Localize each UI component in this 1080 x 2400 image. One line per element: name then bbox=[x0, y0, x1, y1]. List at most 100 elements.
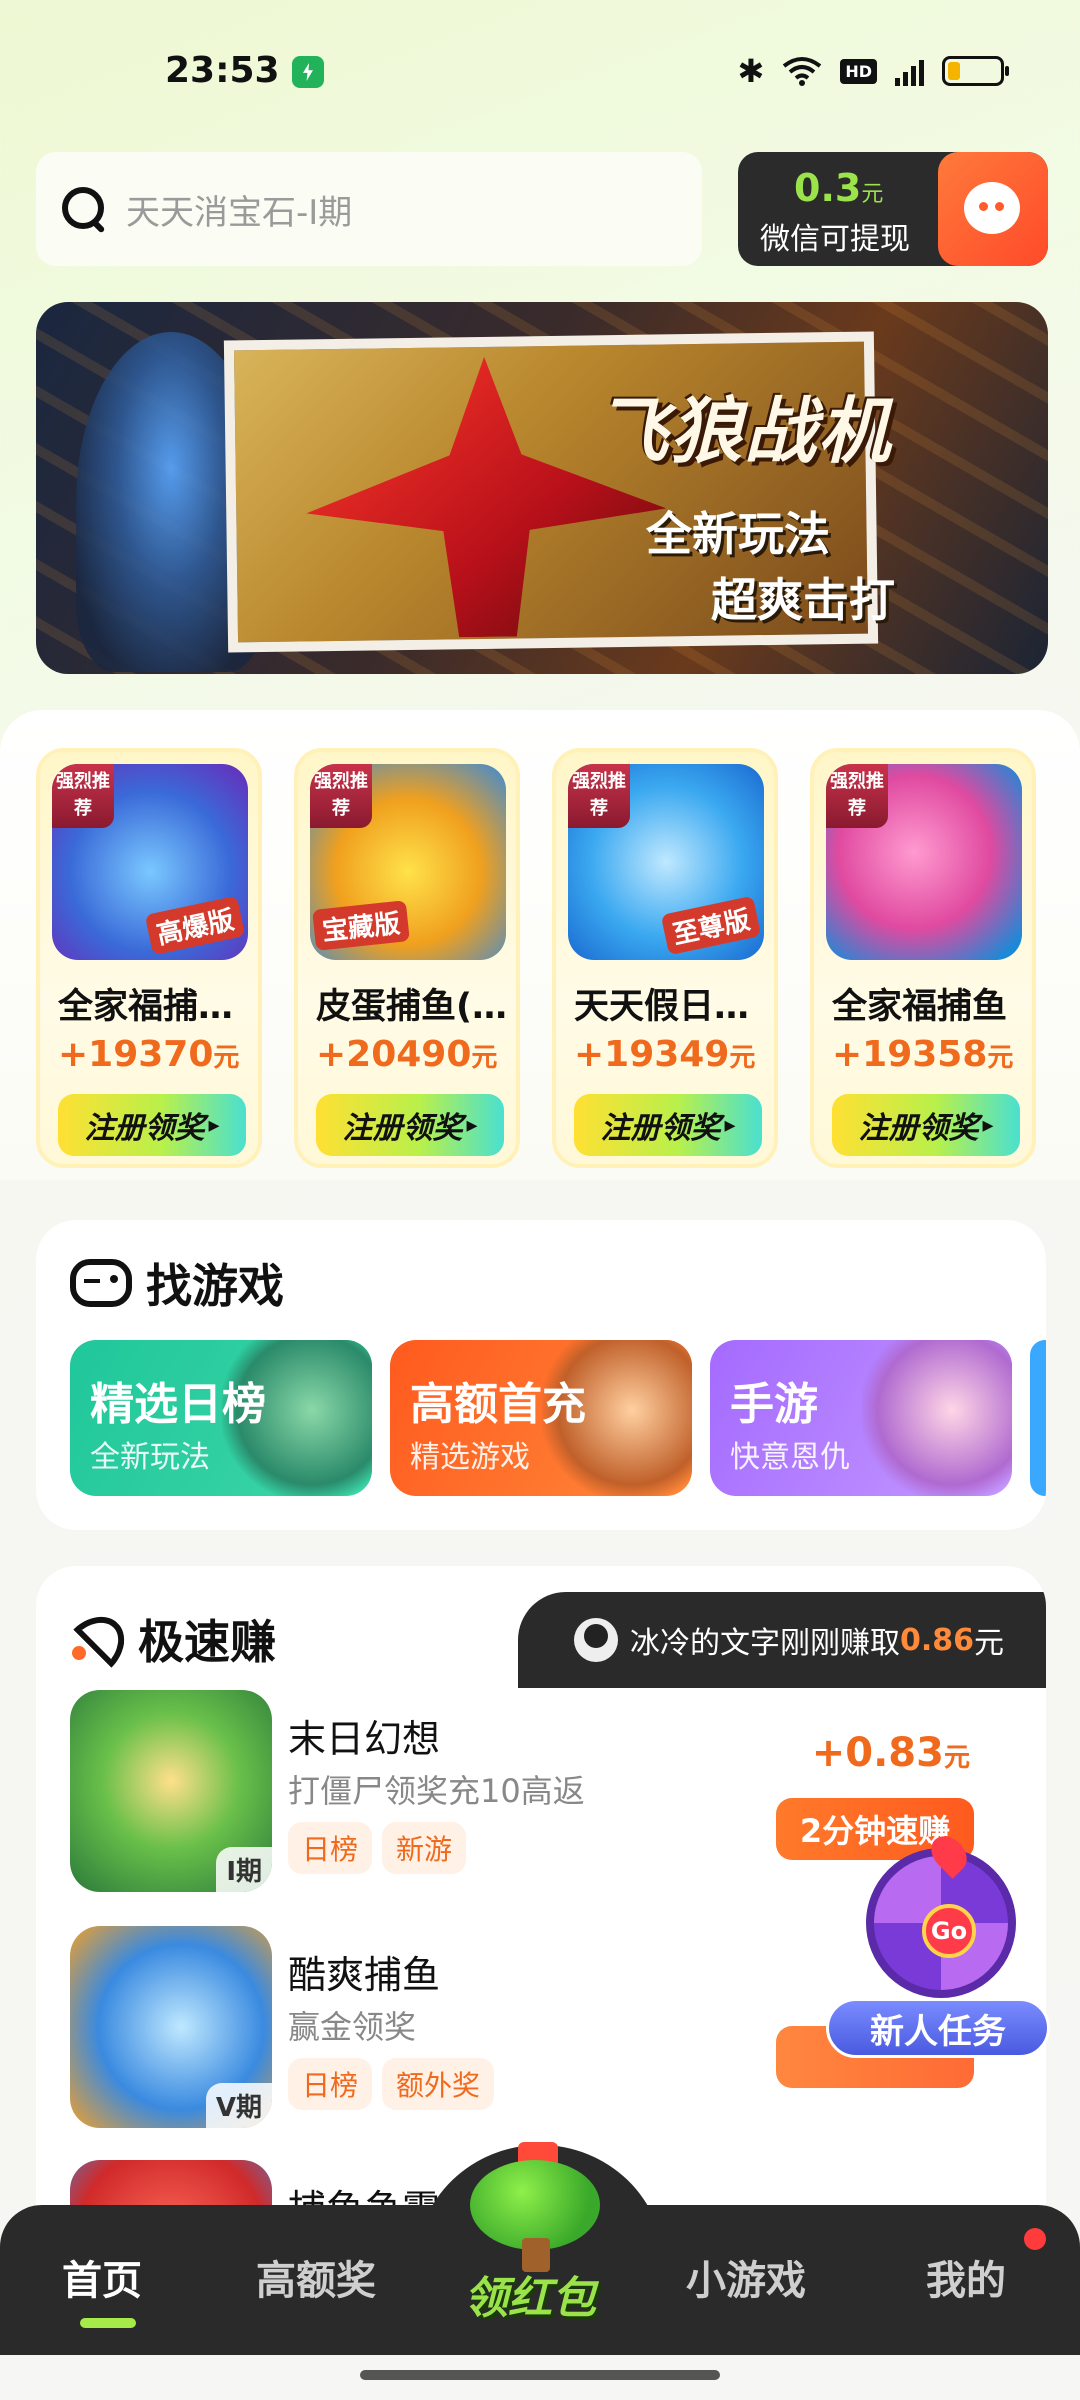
ticker-amount: 0.86 bbox=[900, 1622, 975, 1658]
category-art bbox=[862, 1340, 1012, 1496]
version-badge: 高爆版 bbox=[144, 895, 246, 956]
battery-icon bbox=[942, 56, 1009, 86]
game-desc: 打僵尸领奖充10高返 bbox=[288, 1772, 585, 1810]
game-bonus: +19349元 bbox=[574, 1034, 756, 1075]
version-badge: 宝藏版 bbox=[312, 900, 410, 951]
category-more[interactable] bbox=[1030, 1340, 1046, 1496]
game-bonus: +19370元 bbox=[58, 1034, 240, 1075]
game-bonus: +19358元 bbox=[832, 1034, 1014, 1075]
tag-list: 日榜 额外奖 bbox=[288, 2058, 495, 2110]
game-thumbnail: 强烈推荐 bbox=[826, 764, 1022, 960]
withdraw-amount: 0.3元 bbox=[794, 166, 884, 210]
recommend-badge: 强烈推荐 bbox=[568, 764, 630, 828]
money-tree-icon[interactable] bbox=[458, 2142, 618, 2272]
register-reward-button[interactable]: 注册领奖 bbox=[316, 1094, 504, 1156]
register-reward-button[interactable]: 注册领奖 bbox=[832, 1094, 1020, 1156]
tag-chip: 额外奖 bbox=[382, 2058, 495, 2110]
game-thumbnail: I期 bbox=[70, 1690, 272, 1892]
category-title: 高额首充 bbox=[410, 1379, 586, 1430]
game-name: 酷爽捕鱼 bbox=[288, 1953, 441, 1997]
fast-earn-header: 极速赚 bbox=[70, 1606, 288, 1672]
featured-game-card[interactable]: 强烈推荐 全家福捕鱼 +19358元 注册领奖 bbox=[810, 748, 1036, 1168]
rocket-icon bbox=[70, 1612, 124, 1666]
new-user-task-label: 新人任务 bbox=[826, 1998, 1050, 2058]
game-name: 天天假日… bbox=[574, 987, 750, 1027]
banner-line1: 全新玩法 bbox=[646, 507, 830, 561]
category-mobile-games[interactable]: 手游 快意恩仇 bbox=[710, 1340, 1012, 1496]
nav-red-packet[interactable]: 领红包 bbox=[464, 2262, 596, 2326]
promo-banner[interactable]: 飞狼战机 全新玩法 超爽击打 bbox=[36, 302, 1048, 674]
tag-chip: 新游 bbox=[382, 1822, 467, 1874]
search-icon bbox=[60, 185, 108, 233]
prize-wheel-icon: Go bbox=[866, 1829, 1016, 1998]
thumb-tag: I期 bbox=[216, 1847, 272, 1892]
find-games-header: 找游戏 bbox=[70, 1250, 296, 1316]
new-user-task-widget[interactable]: Go 新人任务 bbox=[822, 1829, 1050, 2068]
featured-game-card[interactable]: 强烈推荐 高爆版 全家福捕… +19370元 注册领奖 bbox=[36, 748, 262, 1168]
nav-active-indicator bbox=[80, 2318, 136, 2328]
avatar bbox=[574, 1618, 618, 1662]
withdraw-label: 微信可提现 bbox=[760, 222, 910, 257]
tag-chip: 日榜 bbox=[288, 1822, 373, 1874]
game-bonus: +0.83元 bbox=[811, 1730, 970, 1776]
game-name: 末日幻想 bbox=[288, 1717, 441, 1761]
withdraw-button[interactable]: 0.3元 微信可提现 bbox=[738, 152, 1048, 266]
find-games-title: 找游戏 bbox=[146, 1250, 296, 1316]
tag-list: 日榜 新游 bbox=[288, 1822, 467, 1874]
home-indicator[interactable] bbox=[360, 2370, 720, 2380]
category-title: 手游 bbox=[730, 1379, 818, 1430]
game-name: 全家福捕… bbox=[58, 987, 234, 1027]
recommend-badge: 强烈推荐 bbox=[826, 764, 888, 828]
recommend-badge: 强烈推荐 bbox=[310, 764, 372, 828]
nav-high-reward[interactable]: 高额奖 bbox=[256, 2248, 376, 2306]
category-subtitle: 快意恩仇 bbox=[730, 1440, 850, 1475]
wechat-icon bbox=[964, 182, 1020, 234]
featured-game-card[interactable]: 强烈推荐 至尊版 天天假日… +19349元 注册领奖 bbox=[552, 748, 778, 1168]
signal-icon bbox=[895, 56, 924, 86]
search-bar[interactable]: 天天消宝石-I期 bbox=[36, 152, 702, 266]
recommend-badge: 强烈推荐 bbox=[52, 764, 114, 828]
status-icons: ✱ HD bbox=[737, 52, 1009, 90]
version-badge: 至尊版 bbox=[660, 895, 762, 956]
tag-chip: 日榜 bbox=[288, 2058, 373, 2110]
banner-line2: 超爽击打 bbox=[711, 573, 895, 627]
find-games-section: 找游戏 精选日榜 全新玩法 高额首充 精选游戏 手游 快意恩仇 bbox=[36, 1220, 1046, 1530]
nav-mine[interactable]: 我的 bbox=[926, 2248, 1006, 2306]
hd-icon: HD bbox=[840, 58, 877, 84]
nav-home[interactable]: 首页 bbox=[62, 2248, 142, 2306]
featured-game-card[interactable]: 强烈推荐 宝藏版 皮蛋捕鱼(… +20490元 注册领奖 bbox=[294, 748, 520, 1168]
status-bar: 23:53 ✱ HD bbox=[0, 0, 1080, 140]
category-subtitle: 精选游戏 bbox=[410, 1440, 530, 1475]
gamepad-icon bbox=[70, 1259, 132, 1307]
notification-dot bbox=[1024, 2228, 1046, 2250]
search-input[interactable]: 天天消宝石-I期 bbox=[126, 185, 352, 234]
fast-earn-title: 极速赚 bbox=[138, 1606, 288, 1672]
wheel-go-label: Go bbox=[922, 1904, 976, 1958]
register-reward-button[interactable]: 注册领奖 bbox=[58, 1094, 246, 1156]
game-thumbnail: 强烈推荐 宝藏版 bbox=[310, 764, 506, 960]
game-thumbnail: V期 bbox=[70, 1926, 272, 2128]
game-name: 全家福捕鱼 bbox=[832, 987, 1008, 1027]
wechat-badge bbox=[938, 152, 1048, 266]
wifi-icon bbox=[782, 56, 822, 86]
thumb-tag: V期 bbox=[205, 2083, 272, 2128]
game-thumbnail: 强烈推荐 高爆版 bbox=[52, 764, 248, 960]
status-time: 23:53 bbox=[165, 50, 280, 91]
ticker-unit: 元 bbox=[974, 1626, 1005, 1661]
bluetooth-icon: ✱ bbox=[737, 52, 765, 90]
game-bonus: +20490元 bbox=[316, 1034, 498, 1075]
game-thumbnail: 强烈推荐 至尊版 bbox=[568, 764, 764, 960]
category-daily-ranking[interactable]: 精选日榜 全新玩法 bbox=[70, 1340, 372, 1496]
banner-title: 飞狼战机 bbox=[596, 389, 893, 473]
earnings-ticker: 冰冷的文字刚刚赚取 0.86 元 bbox=[518, 1592, 1046, 1688]
category-title: 精选日榜 bbox=[90, 1379, 266, 1430]
category-high-first-recharge[interactable]: 高额首充 精选游戏 bbox=[390, 1340, 692, 1496]
category-subtitle: 全新玩法 bbox=[90, 1440, 210, 1475]
game-desc: 赢金领奖 bbox=[288, 2008, 417, 2046]
power-saver-icon bbox=[292, 56, 324, 88]
register-reward-button[interactable]: 注册领奖 bbox=[574, 1094, 762, 1156]
game-name: 皮蛋捕鱼(… bbox=[316, 987, 507, 1027]
nav-mini-games[interactable]: 小游戏 bbox=[686, 2248, 806, 2306]
featured-games: 强烈推荐 高爆版 全家福捕… +19370元 注册领奖 强烈推荐 宝藏版 皮蛋捕… bbox=[0, 710, 1080, 1180]
ticker-text: 冰冷的文字刚刚赚取 bbox=[630, 1626, 900, 1661]
